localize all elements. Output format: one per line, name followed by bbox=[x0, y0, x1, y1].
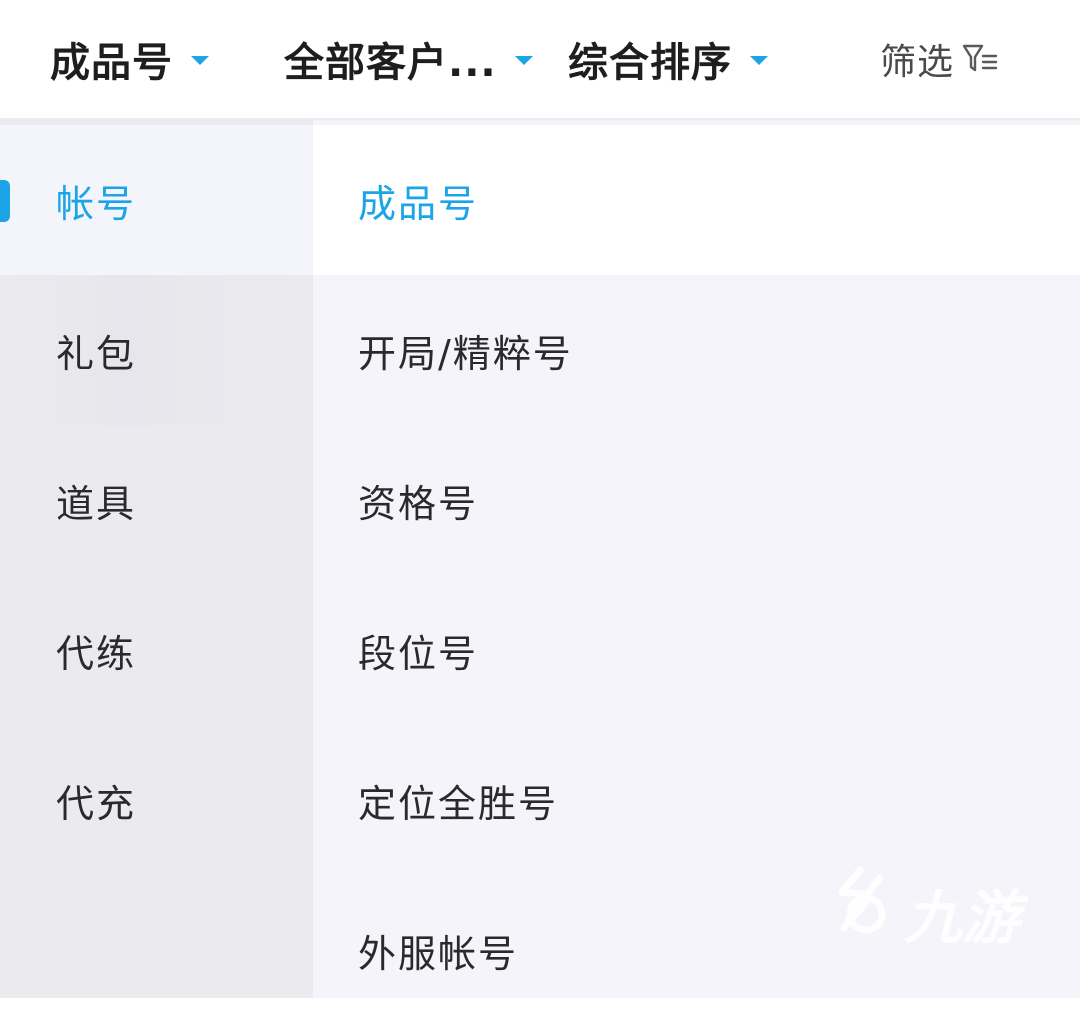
category-item-account[interactable]: 帐号 bbox=[0, 125, 313, 275]
filter-button[interactable]: 筛选 bbox=[880, 0, 1000, 118]
active-indicator bbox=[0, 180, 10, 222]
caret-down-icon bbox=[191, 55, 209, 65]
category-label: 帐号 bbox=[56, 181, 137, 226]
category-item-gift-pack[interactable]: 礼包 bbox=[0, 275, 313, 425]
product-type-dropdown[interactable]: 成品号 bbox=[50, 0, 209, 118]
watermark-text: 九游 bbox=[904, 884, 1030, 952]
subcategory-item-qualification-account[interactable]: 资格号 bbox=[313, 425, 1080, 575]
customer-label: 全部客户... bbox=[284, 40, 497, 86]
product-type-label: 成品号 bbox=[50, 40, 173, 86]
subcategory-label: 成品号 bbox=[358, 181, 479, 226]
watermark-logo: 九游 bbox=[838, 866, 1030, 952]
category-label: 代练 bbox=[56, 631, 137, 676]
sort-label: 综合排序 bbox=[568, 40, 732, 86]
category-label: 礼包 bbox=[56, 331, 137, 376]
category-label: 代充 bbox=[56, 781, 137, 826]
subcategory-label: 定位全胜号 bbox=[358, 781, 559, 826]
caret-down-icon bbox=[514, 55, 533, 65]
customer-dropdown[interactable]: 全部客户... bbox=[284, 0, 533, 118]
category-item-items[interactable]: 道具 bbox=[0, 425, 313, 575]
caret-down-icon bbox=[750, 55, 768, 65]
category-item-boosting[interactable]: 代练 bbox=[0, 575, 313, 725]
subcategory-item-rank-account[interactable]: 段位号 bbox=[313, 575, 1080, 725]
sort-dropdown[interactable]: 综合排序 bbox=[568, 0, 768, 118]
subcategory-label: 开局/精粹号 bbox=[358, 331, 573, 376]
category-list: 帐号 礼包 道具 代练 代充 bbox=[0, 120, 313, 998]
subcategory-item-starter-account[interactable]: 开局/精粹号 bbox=[313, 275, 1080, 425]
category-label: 道具 bbox=[56, 481, 137, 526]
subcategory-label: 资格号 bbox=[358, 481, 479, 526]
subcategory-item-placement-account[interactable]: 定位全胜号 bbox=[313, 725, 1080, 875]
subcategory-item-finished-account[interactable]: 成品号 bbox=[313, 125, 1080, 275]
filter-icon bbox=[962, 44, 998, 72]
subcategory-label: 段位号 bbox=[358, 631, 479, 676]
filter-bar: 成品号 全部客户... 综合排序 筛选 bbox=[0, 0, 1080, 120]
filter-label: 筛选 bbox=[880, 42, 955, 83]
subcategory-label: 外服帐号 bbox=[358, 931, 519, 976]
category-item-top-up[interactable]: 代充 bbox=[0, 725, 313, 875]
